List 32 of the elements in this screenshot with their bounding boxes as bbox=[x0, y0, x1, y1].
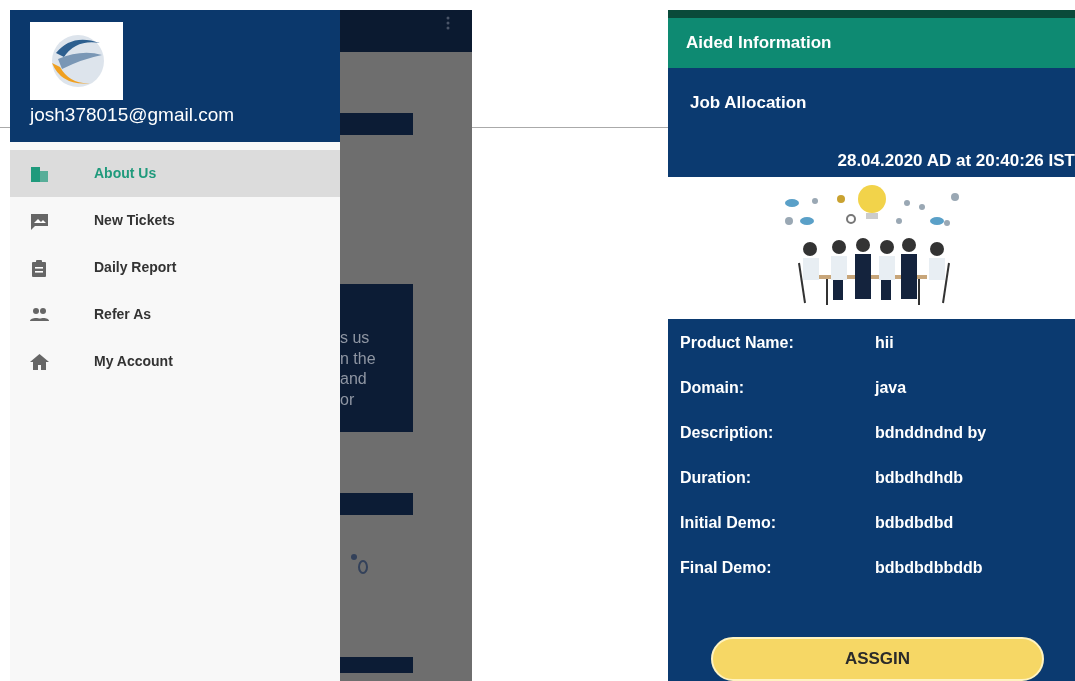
dimmed-text: or bbox=[340, 389, 355, 410]
app-bar-title: Aided Information bbox=[668, 17, 1075, 68]
assign-button[interactable]: ASSGIN bbox=[711, 637, 1044, 681]
field-label: Domain: bbox=[680, 378, 745, 398]
clipboard-icon bbox=[30, 258, 49, 277]
dimmed-text: s us bbox=[340, 328, 370, 348]
field-value: hii bbox=[875, 333, 894, 353]
field-value: bdbdbdbd bbox=[875, 513, 954, 533]
field-value: bdbdbdbbddb bbox=[875, 558, 983, 578]
field-label: Initial Demo: bbox=[680, 513, 777, 533]
image-message-icon bbox=[30, 211, 49, 230]
field-label: Duration: bbox=[680, 468, 753, 488]
overflow-menu-icon bbox=[446, 16, 450, 30]
section-title: Job Allocation bbox=[690, 91, 808, 114]
menu-item[interactable]: Refer As bbox=[10, 291, 340, 338]
menu-item[interactable]: My Account bbox=[10, 338, 340, 385]
field-label: Description: bbox=[680, 423, 775, 443]
people-icon bbox=[30, 305, 49, 324]
dimmed-text: n the bbox=[340, 348, 376, 369]
field-value: java bbox=[875, 378, 907, 398]
menu-item[interactable]: New Tickets bbox=[10, 197, 340, 244]
field-value: bdnddndnd by bbox=[875, 423, 987, 443]
building-icon bbox=[30, 164, 49, 183]
field-label: Product Name: bbox=[680, 333, 795, 353]
account-email: josh378015@gmail.com bbox=[30, 104, 236, 127]
menu-item[interactable]: Daily Report bbox=[10, 244, 340, 291]
dimmed-text: and bbox=[340, 369, 367, 389]
field-value: bdbdhdhdb bbox=[875, 468, 963, 488]
timestamp: 28.04.2020 AD at 20:40:26 IST bbox=[836, 150, 1075, 173]
home-icon bbox=[30, 352, 49, 371]
logo-icon bbox=[30, 22, 123, 100]
field-label: Final Demo: bbox=[680, 558, 773, 578]
